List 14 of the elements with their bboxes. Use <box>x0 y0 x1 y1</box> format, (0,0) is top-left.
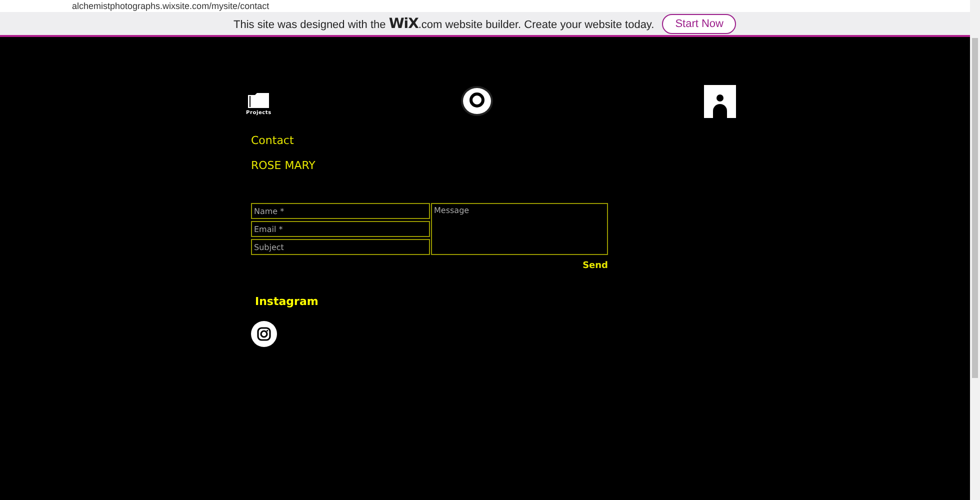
scrollbar-thumb[interactable] <box>972 38 978 378</box>
contact-heading: Contact <box>251 134 294 147</box>
message-field[interactable]: Message <box>431 203 608 255</box>
folder-icon[interactable] <box>247 92 270 108</box>
contact-name: ROSE MARY <box>251 159 316 172</box>
send-button[interactable]: Send <box>582 261 608 271</box>
text-input-field[interactable]: Name * <box>251 203 430 219</box>
instagram-icon[interactable] <box>251 321 277 347</box>
text-input-field[interactable]: Email * <box>251 221 430 237</box>
ring-logo-icon[interactable] <box>460 85 494 117</box>
instagram-heading: Instagram <box>255 295 318 308</box>
banner-text: This site was designed with the WiX.com website builder. Create your website today. <box>234 16 654 32</box>
text-input-field[interactable]: Subject <box>251 239 430 255</box>
start-now-button[interactable]: Start Now <box>662 14 736 34</box>
